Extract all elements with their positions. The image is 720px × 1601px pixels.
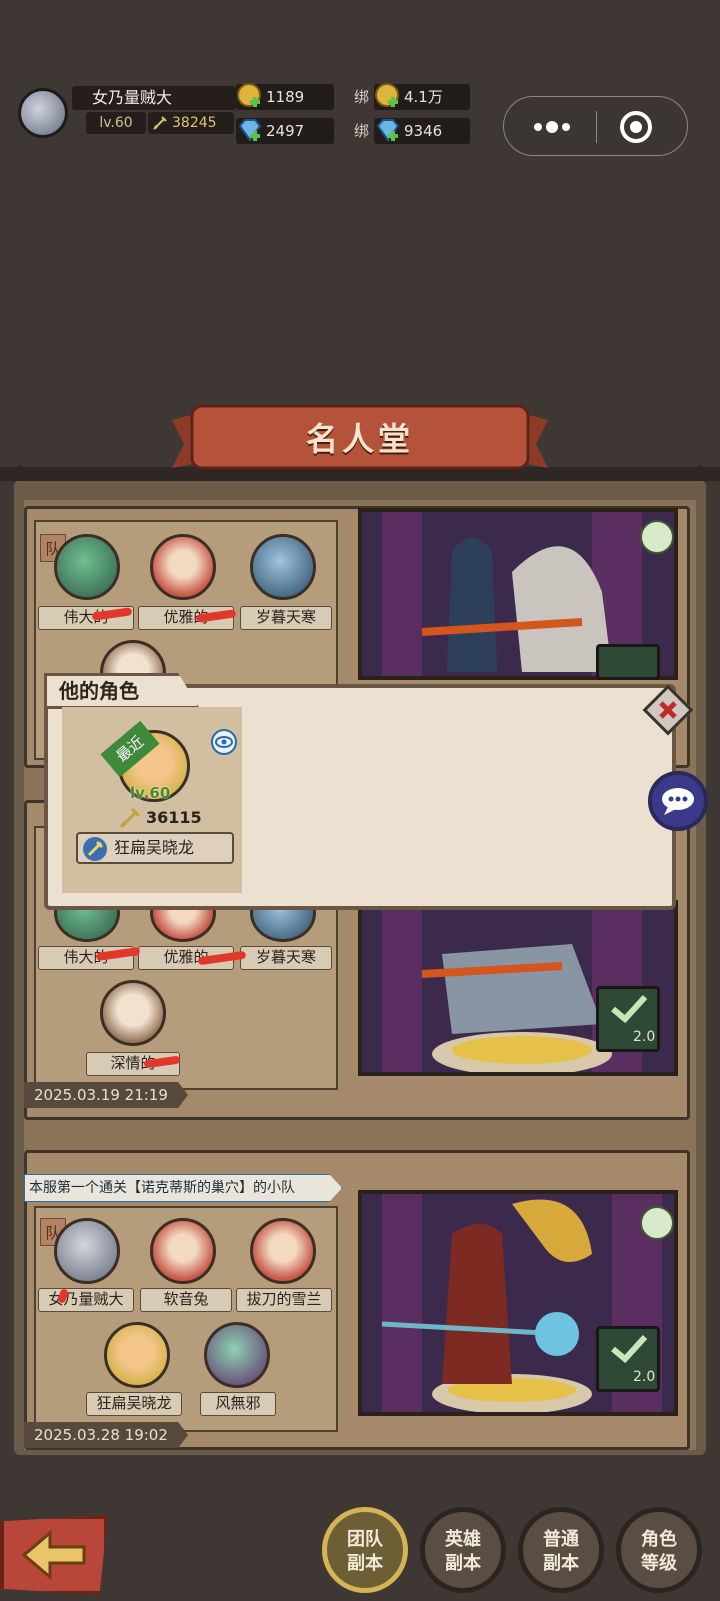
check-badge[interactable]: 2.0 xyxy=(596,986,660,1052)
gold-value: 1189 xyxy=(266,88,305,106)
nav-label: 副本 xyxy=(347,1553,383,1574)
nav-label: 角色 xyxy=(641,1529,677,1550)
nav-label: 团队 xyxy=(347,1529,383,1550)
member-portrait[interactable] xyxy=(100,980,166,1046)
gold-coin-plus-icon xyxy=(237,83,261,107)
nav-normal-dungeon[interactable]: 普通 副本 xyxy=(518,1507,604,1593)
player-name: 女乃量贼大 xyxy=(72,86,236,110)
member-name: 风無邪 xyxy=(200,1392,276,1416)
capsule-divider xyxy=(596,111,597,143)
refresh-icon[interactable] xyxy=(640,520,674,554)
check-badge[interactable] xyxy=(596,644,660,680)
sword-power-icon xyxy=(119,807,141,829)
member-portrait[interactable] xyxy=(150,1218,216,1284)
member-portrait[interactable] xyxy=(204,1322,270,1388)
nav-team-dungeon[interactable]: 团队 副本 xyxy=(322,1507,408,1593)
popup-title: 他的角色 xyxy=(44,673,200,709)
back-arrow-icon xyxy=(21,1529,86,1581)
check-count: 2.0 xyxy=(633,1369,656,1385)
clear-date: 2025.03.19 21:19 xyxy=(24,1082,188,1108)
member-name: 岁暮天寒 xyxy=(240,606,332,630)
refresh-icon[interactable] xyxy=(640,1206,674,1240)
member-portrait[interactable] xyxy=(250,534,316,600)
nav-label: 副本 xyxy=(445,1553,481,1574)
nav-label: 普通 xyxy=(543,1529,579,1550)
member-name: 狂扁吴晓龙 xyxy=(86,1392,182,1416)
close-icon xyxy=(659,701,677,719)
class-icon xyxy=(83,837,107,861)
check-count: 2.0 xyxy=(633,1029,656,1045)
gold-coin-plus-icon xyxy=(375,83,399,107)
member-name: 软音兔 xyxy=(140,1288,232,1312)
member-portrait[interactable] xyxy=(104,1322,170,1388)
member-portrait[interactable] xyxy=(250,1218,316,1284)
check-icon xyxy=(611,1334,648,1364)
player-level: lv.60 xyxy=(86,112,146,134)
member-portrait[interactable] xyxy=(54,1218,120,1284)
member-portrait[interactable] xyxy=(150,534,216,600)
member-name: 岁暮天寒 xyxy=(240,946,332,970)
chat-button[interactable] xyxy=(648,771,708,831)
chat-bubble-icon xyxy=(662,788,694,815)
hero-power: 36115 xyxy=(146,808,202,827)
gold-counter[interactable]: 1189 xyxy=(236,83,334,110)
diamond-value: 2497 xyxy=(266,122,305,140)
player-info[interactable]: 女乃量贼大 lv.60 38245 xyxy=(18,86,236,138)
bound-diamond-prefix: 绑 xyxy=(354,122,370,140)
player-power: 38245 xyxy=(148,112,234,134)
check-icon xyxy=(611,994,648,1024)
back-button[interactable] xyxy=(0,1515,108,1595)
check-badge[interactable]: 2.0 xyxy=(596,1326,660,1392)
close-target-icon[interactable] xyxy=(618,109,654,145)
mini-program-capsule xyxy=(503,96,688,156)
bound-gold-value: 4.1万 xyxy=(404,88,443,106)
bound-gold-prefix: 绑 xyxy=(354,88,370,106)
more-icon[interactable] xyxy=(530,115,574,139)
nav-label: 英雄 xyxy=(445,1529,481,1550)
member-name: 拔刀的雪兰 xyxy=(236,1288,332,1312)
sword-icon xyxy=(153,116,167,130)
player-avatar[interactable] xyxy=(18,88,68,138)
bound-diamond-counter[interactable]: 9346 xyxy=(374,118,470,144)
diamond-counter[interactable]: 2497 xyxy=(236,118,334,144)
hero-level: lv.60 xyxy=(130,784,171,802)
hero-name: 狂扁吴晓龙 xyxy=(114,838,195,857)
bound-diamond-value: 9346 xyxy=(404,122,443,140)
bound-gold-counter[interactable]: 4.1万 xyxy=(374,83,470,110)
hero-name-pill[interactable]: 狂扁吴晓龙 xyxy=(76,832,234,864)
diamond-plus-icon xyxy=(238,119,262,142)
nav-role-level[interactable]: 角色 等级 xyxy=(616,1507,702,1593)
eye-icon[interactable] xyxy=(211,729,237,755)
player-power-value: 38245 xyxy=(172,115,217,131)
hall-title: 名人堂 xyxy=(305,420,414,458)
clear-date: 2025.03.28 19:02 xyxy=(24,1422,188,1448)
nav-hero-dungeon[interactable]: 英雄 副本 xyxy=(420,1507,506,1593)
nav-label: 等级 xyxy=(641,1553,677,1574)
nav-label: 副本 xyxy=(543,1553,579,1574)
first-clear-banner: 本服第一个通关【诺克蒂斯的巢穴】的小队 xyxy=(24,1174,342,1202)
member-name: 女乃量贼大 xyxy=(38,1288,134,1312)
member-portrait[interactable] xyxy=(54,534,120,600)
diamond-plus-icon xyxy=(376,119,400,142)
